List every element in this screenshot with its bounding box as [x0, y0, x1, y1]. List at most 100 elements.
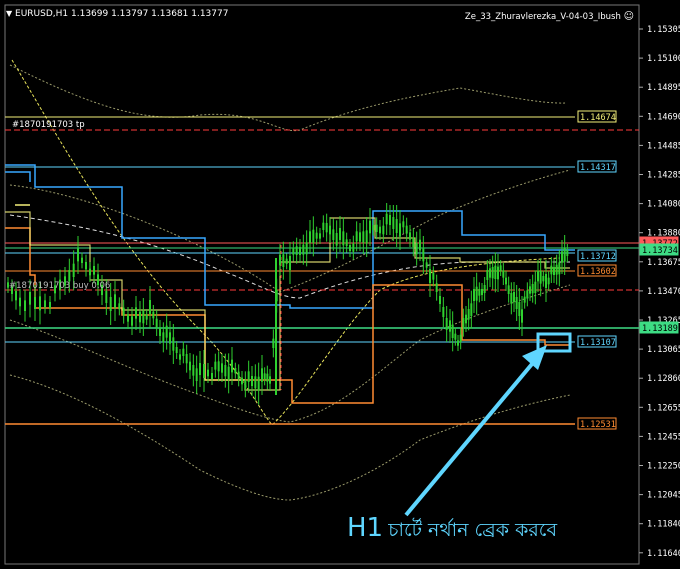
order-buy-label[interactable]: #1870191703 buy 0.06 [9, 281, 110, 291]
candle-body [269, 376, 271, 384]
symbol-header: ▼ EURUSD,H1 1.13699 1.13797 1.13681 1.13… [6, 9, 228, 19]
price-tag-label: 1.14674 [580, 113, 616, 123]
candle-body [481, 289, 483, 295]
candle-body [142, 310, 145, 324]
candle-body [402, 221, 405, 228]
candle-body [282, 254, 285, 267]
candle-body [29, 292, 31, 305]
candle-body [127, 314, 129, 322]
candle-body [135, 307, 137, 319]
candle-body [292, 248, 295, 255]
candle-body [299, 247, 301, 255]
candle-body [462, 318, 465, 328]
candle-body [415, 243, 418, 255]
candle-body [454, 333, 457, 340]
candle-body [44, 300, 46, 307]
candle-body [442, 307, 445, 317]
smiley-face-icon[interactable]: ☺ [624, 11, 634, 22]
candle-body [182, 348, 185, 356]
candle-body [165, 325, 168, 338]
candle-body [359, 232, 361, 242]
candle-body [295, 246, 298, 255]
candle-body [531, 284, 534, 294]
candle-body [244, 380, 247, 389]
candle-body [289, 256, 291, 270]
order-tp-label[interactable]: #1870191703 tp [12, 120, 85, 130]
price-axis-label: 1.13470 [647, 287, 680, 297]
candle-body [429, 269, 431, 283]
candle-body [175, 347, 178, 353]
candle-body [534, 281, 537, 293]
candle-body [342, 231, 345, 246]
candle-body [319, 233, 321, 239]
candle-body [507, 285, 510, 294]
price-axis-label: 1.14485 [647, 141, 680, 151]
candle-body [523, 296, 526, 303]
ea-header: Ze_33_Zhuravlerezka_V-04-03_Ibush ☺ [465, 11, 634, 22]
candle-body [305, 242, 308, 255]
price-axis-label: 1.13675 [647, 258, 680, 268]
candle-body [518, 302, 521, 316]
triangle-down-icon[interactable]: ▼ [6, 9, 12, 18]
candle-body [445, 318, 448, 330]
candle-body [473, 289, 475, 301]
symbol-info: EURUSD,H1 1.13699 1.13797 1.13681 1.1377… [15, 9, 229, 19]
candle-body [179, 354, 181, 360]
candle-body [435, 283, 438, 292]
candle-body [85, 262, 87, 270]
candle-body [105, 291, 108, 303]
candle-body [81, 257, 83, 263]
candle-body [234, 368, 237, 374]
candle-body [515, 297, 518, 309]
candle-body [89, 268, 91, 276]
price-axis-label: 1.14080 [647, 200, 680, 210]
price-axis-label: 1.11840 [647, 520, 680, 530]
candle-body [553, 267, 555, 275]
price-axis-label: 1.13065 [647, 345, 680, 355]
candle-body [145, 314, 148, 320]
candle-body [263, 373, 266, 380]
candle-body [352, 243, 355, 252]
candle-body [302, 244, 305, 255]
candle-body [152, 311, 155, 319]
candle-body [131, 316, 133, 326]
price-axis-label: 1.12250 [647, 462, 680, 472]
candle-body [19, 297, 21, 307]
candle-body [279, 254, 281, 266]
candle-body [72, 263, 75, 277]
candle-body [77, 248, 79, 262]
candle-body [224, 365, 227, 377]
price-tag-label: 1.13189 [642, 324, 678, 334]
candle-body [547, 277, 550, 285]
candle-body [68, 270, 71, 282]
price-axis-label: 1.15100 [647, 54, 680, 64]
candle-body [315, 232, 318, 239]
candle-body [362, 231, 365, 243]
candle-body [162, 332, 165, 343]
candle-body [345, 239, 348, 246]
chart-area[interactable]: 1.15305 1.15100 1.14895 1.14690 1.14485 1.142… [0, 0, 680, 569]
price-axis[interactable]: 1.15305 1.15100 1.14895 1.14690 1.14485 1.142… [639, 25, 680, 559]
candle-body [439, 296, 441, 304]
candle-body [285, 258, 288, 264]
candle-body [489, 268, 491, 278]
candle-body [497, 266, 499, 280]
candle-body [241, 377, 243, 385]
price-axis-label: 1.11640 [647, 549, 680, 559]
candle-body [266, 373, 269, 382]
price-tag-label: 1.13602 [580, 267, 616, 277]
price-tag-label: 1.13734 [642, 246, 678, 256]
candle-body [475, 286, 478, 301]
candle-body [395, 219, 398, 233]
candle-body [451, 324, 454, 338]
candle-body [425, 262, 428, 268]
candle-body [172, 337, 175, 351]
candle-body [93, 266, 95, 275]
candle-body [510, 293, 513, 304]
candle-body [231, 359, 233, 373]
candle-body [521, 309, 523, 323]
candle-body [214, 361, 217, 370]
candle-body [537, 270, 539, 282]
candle-body [207, 369, 209, 377]
candle-body [217, 361, 220, 372]
